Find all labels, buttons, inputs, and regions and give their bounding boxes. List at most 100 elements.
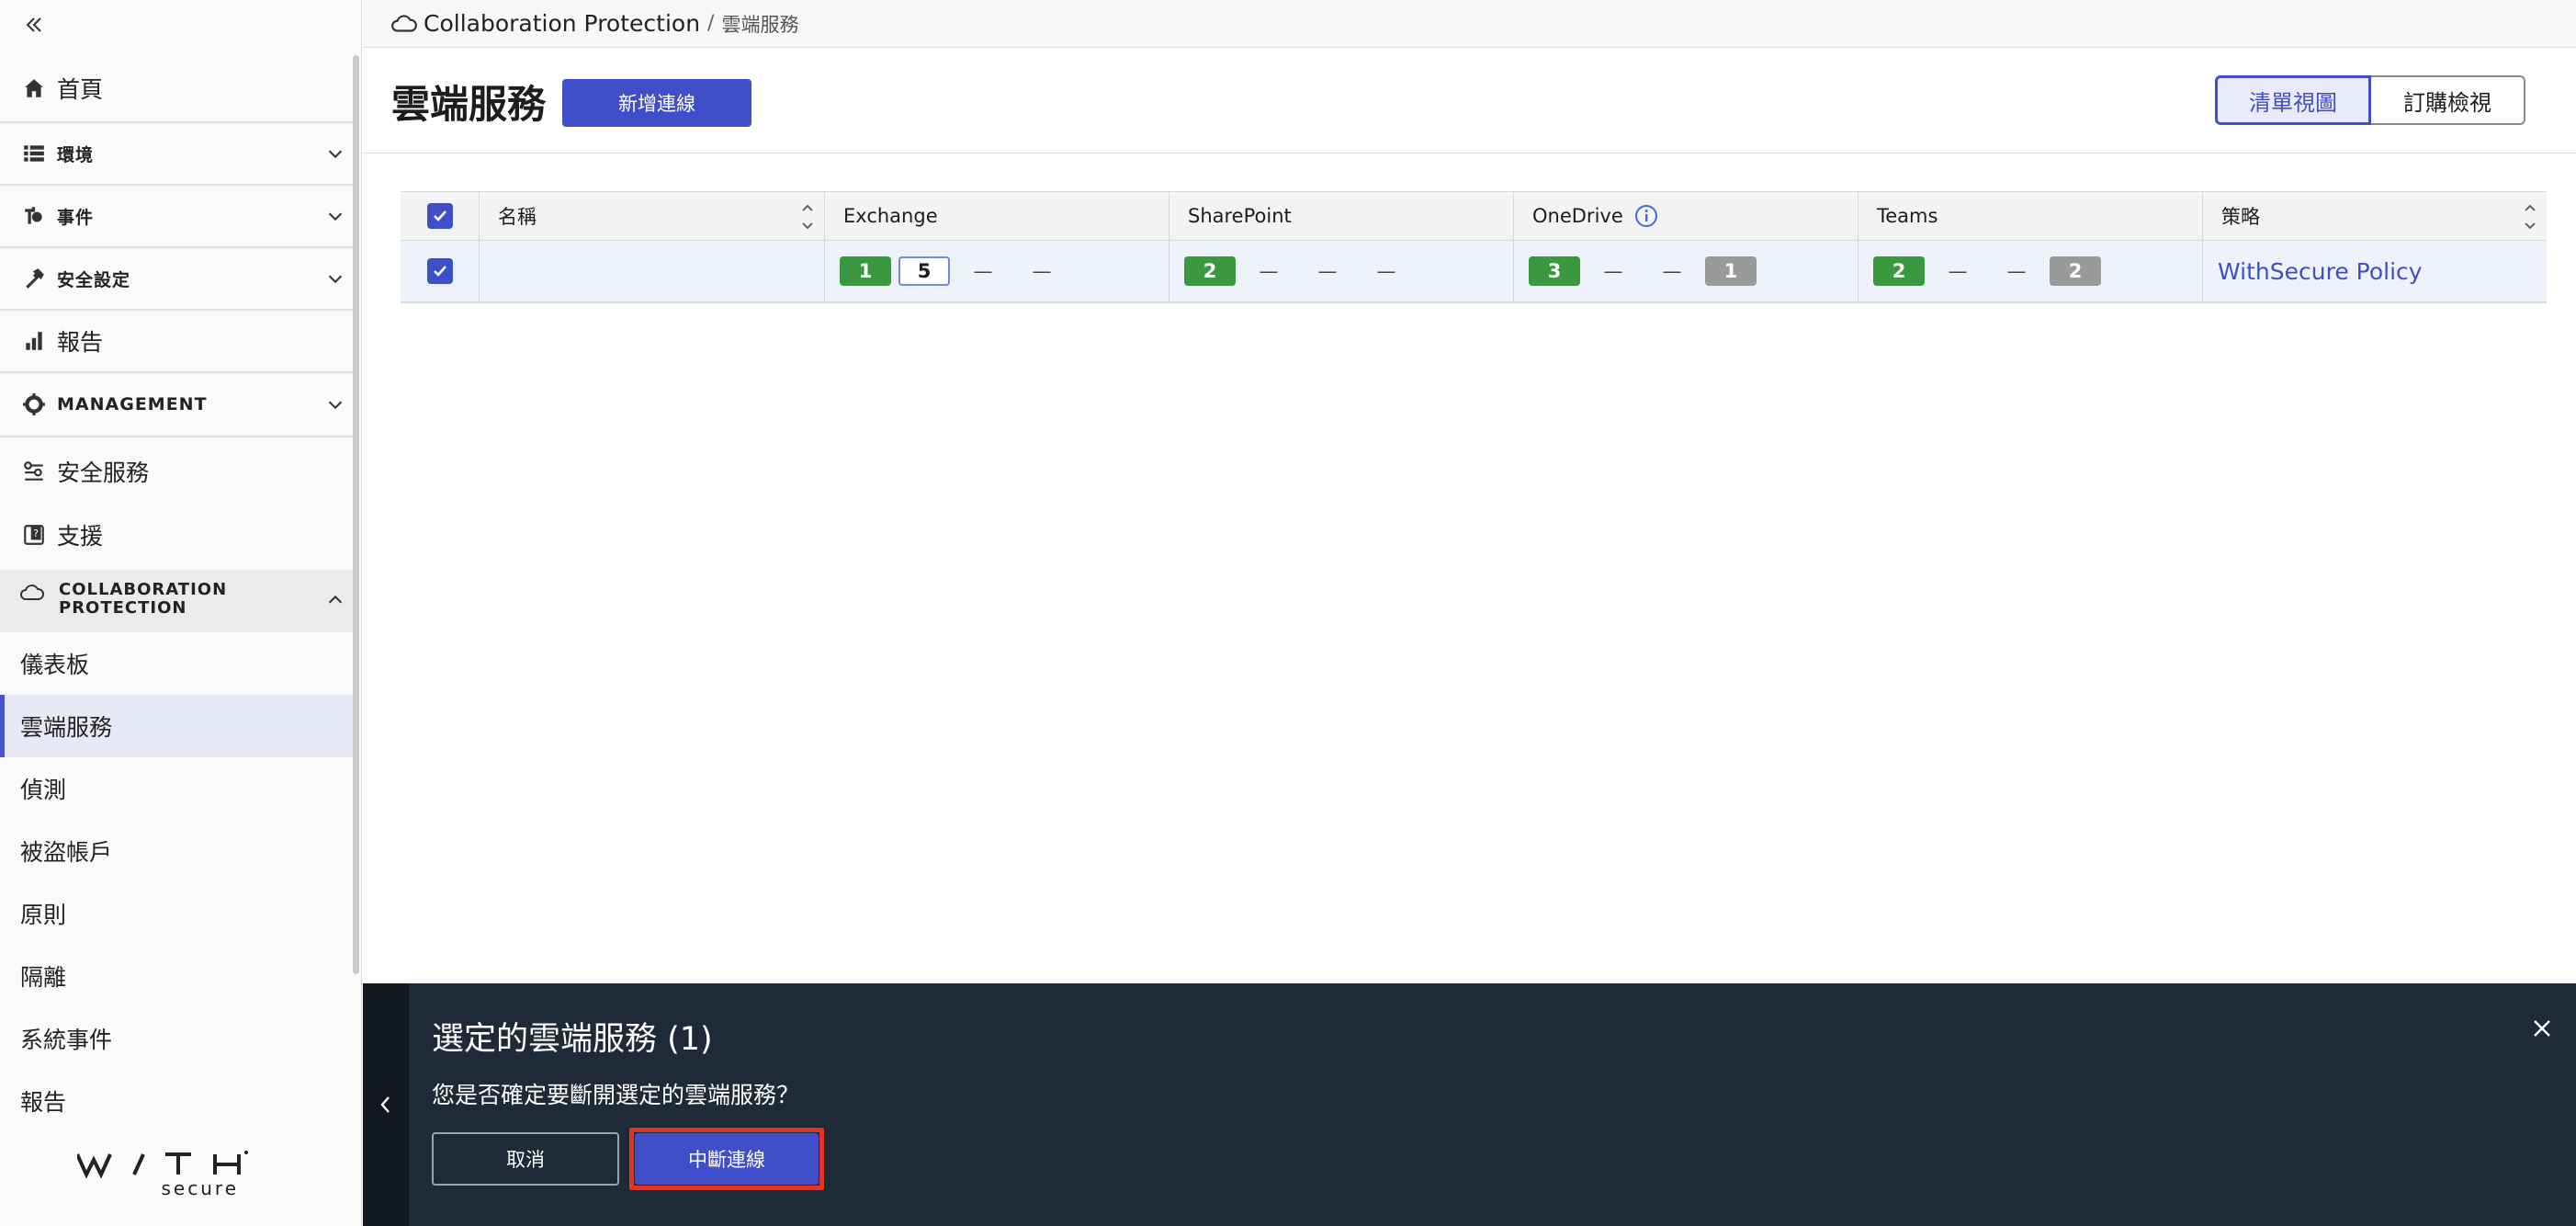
status-empty: —: [1317, 260, 1338, 282]
page-title: 雲端服務: [391, 82, 547, 127]
status-empty: —: [1259, 260, 1279, 282]
close-icon[interactable]: [2528, 1015, 2556, 1042]
list-view-button[interactable]: 清單視圖: [2215, 75, 2371, 125]
sidebar-scrollbar[interactable]: [353, 55, 359, 974]
row-select-cell: [401, 241, 480, 303]
sidebar-item-detections[interactable]: 偵測: [0, 757, 353, 820]
nav-collaboration-protection[interactable]: COLLABORATION PROTECTION: [0, 570, 353, 632]
cloud-icon: [391, 14, 417, 32]
status-badge: 3: [1529, 256, 1580, 286]
column-header-label: 策略: [2221, 206, 2260, 228]
nav-home-label: 首頁: [57, 76, 104, 103]
sidebar-item-label: 隔離: [20, 964, 67, 991]
column-header-label: Exchange: [843, 205, 938, 227]
nav-security-settings-label: 安全設定: [57, 269, 131, 290]
nav-support-label: 支援: [57, 523, 104, 550]
sidebar-item-label: 被盜帳戶: [20, 839, 113, 866]
panel-message: 您是否確定要斷開選定的雲端服務？: [432, 1082, 800, 1108]
withsecure-logo: secure: [75, 1147, 288, 1202]
sort-icon[interactable]: [800, 201, 815, 233]
sidebar-item-label: 雲端服務: [20, 714, 113, 741]
select-all-cell: [401, 191, 480, 241]
sidebar-item-cloud-services[interactable]: 雲端服務: [0, 695, 353, 757]
policy-cell: WithSecure Policy: [2203, 241, 2547, 303]
list-icon: [20, 140, 48, 167]
column-header-label: 名稱: [498, 206, 537, 228]
column-header-policy[interactable]: 策略: [2203, 191, 2547, 241]
column-header-name[interactable]: 名稱: [480, 191, 825, 241]
sidebar-item-quarantine[interactable]: 隔離: [0, 945, 353, 1007]
status-badge: 1: [1705, 256, 1757, 286]
status-empty: —: [2006, 260, 2027, 282]
sidebar-item-label: 系統事件: [20, 1027, 113, 1053]
column-header-teams: Teams: [1859, 191, 2203, 241]
view-toggle: 清單視圖 訂購檢視: [2215, 75, 2525, 125]
status-empty: —: [1603, 260, 1623, 282]
support-book-icon: ?: [20, 521, 48, 549]
nav-management-label: MANAGEMENT: [57, 394, 208, 414]
cloud-icon: [18, 579, 46, 607]
nav-reports[interactable]: 報告: [0, 311, 353, 373]
nav-security-services-label: 安全服務: [57, 460, 150, 486]
nav-events[interactable]: 事件: [0, 186, 353, 248]
breadcrumb-current: 雲端服務: [721, 13, 799, 36]
table-row[interactable]: 1 5 — — 2 — — — 3 — — 1 2 — — 2 WithSecu…: [401, 241, 2547, 303]
double-chevron-left-icon: [26, 17, 41, 32]
nav-home[interactable]: 首頁: [0, 55, 353, 123]
panel-collapse-button[interactable]: [363, 983, 409, 1226]
nav-security-settings[interactable]: 安全設定: [0, 248, 353, 311]
column-header-label: SharePoint: [1188, 205, 1292, 227]
check-icon: [433, 210, 446, 221]
nav-collaboration-label: COLLABORATION PROTECTION: [59, 580, 228, 618]
collapse-sidebar-button[interactable]: [20, 11, 48, 39]
subscription-view-button[interactable]: 訂購檢視: [2371, 75, 2525, 125]
panel-title: 選定的雲端服務 (1): [432, 1021, 713, 1058]
status-empty: —: [1948, 260, 1968, 282]
row-checkbox[interactable]: [426, 258, 453, 284]
table-header-row: 名稱 Exchange SharePoint OneDrive Teams 策略: [401, 191, 2547, 241]
column-header-label: Teams: [1877, 205, 1938, 227]
bar-chart-icon: [20, 327, 48, 355]
nav-support[interactable]: ? 支援: [0, 504, 353, 566]
exchange-cell: 1 5 — —: [825, 241, 1169, 303]
sidebar-item-dashboard[interactable]: 儀表板: [0, 632, 353, 695]
sidebar: 首頁 環境 事件 安全設定 報告 MANAGEMENT 安全服務 ? 支援 CO…: [0, 0, 362, 1226]
sidebar-item-policies[interactable]: 原則: [0, 882, 353, 945]
chevron-down-icon: [328, 401, 343, 410]
disconnect-button[interactable]: 中斷連線: [635, 1133, 819, 1185]
status-badge: 2: [2050, 256, 2101, 286]
select-all-checkbox[interactable]: [426, 203, 453, 229]
sidebar-item-reports[interactable]: 報告: [0, 1070, 353, 1132]
column-header-exchange: Exchange: [825, 191, 1169, 241]
breadcrumb-root[interactable]: Collaboration Protection: [424, 10, 700, 37]
status-badge: 5: [898, 256, 950, 286]
logo-subtext: secure: [162, 1177, 239, 1199]
column-header-label: OneDrive: [1532, 205, 1623, 227]
nav-reports-label: 報告: [57, 329, 104, 356]
chevron-down-icon: [328, 150, 343, 159]
sliders-icon: [20, 458, 48, 485]
hammer-icon: [20, 265, 48, 292]
status-badge: 1: [840, 256, 891, 286]
breadcrumb: Collaboration Protection / 雲端服務: [363, 0, 2576, 48]
sort-icon[interactable]: [2523, 201, 2537, 233]
policy-link[interactable]: WithSecure Policy: [2218, 258, 2423, 285]
nav-environment[interactable]: 環境: [0, 123, 353, 186]
nav-security-services[interactable]: 安全服務: [0, 439, 353, 504]
info-icon[interactable]: [1634, 204, 1658, 228]
add-connection-button[interactable]: 新增連線: [562, 79, 751, 127]
sidebar-item-label: 儀表板: [20, 652, 90, 678]
cancel-button[interactable]: 取消: [432, 1132, 619, 1186]
gear-icon: [20, 391, 48, 418]
nav-management[interactable]: MANAGEMENT: [0, 373, 353, 437]
check-icon: [433, 266, 446, 277]
onedrive-cell: 3 — — 1: [1514, 241, 1859, 303]
sidebar-item-system-events[interactable]: 系統事件: [0, 1007, 353, 1070]
svg-text:?: ?: [33, 528, 39, 539]
home-icon: [20, 74, 48, 102]
status-empty: —: [1032, 260, 1052, 282]
nav-events-label: 事件: [57, 207, 95, 228]
sidebar-item-compromised-accounts[interactable]: 被盜帳戶: [0, 820, 353, 882]
column-header-onedrive: OneDrive: [1514, 191, 1859, 241]
sharepoint-cell: 2 — — —: [1169, 241, 1514, 303]
